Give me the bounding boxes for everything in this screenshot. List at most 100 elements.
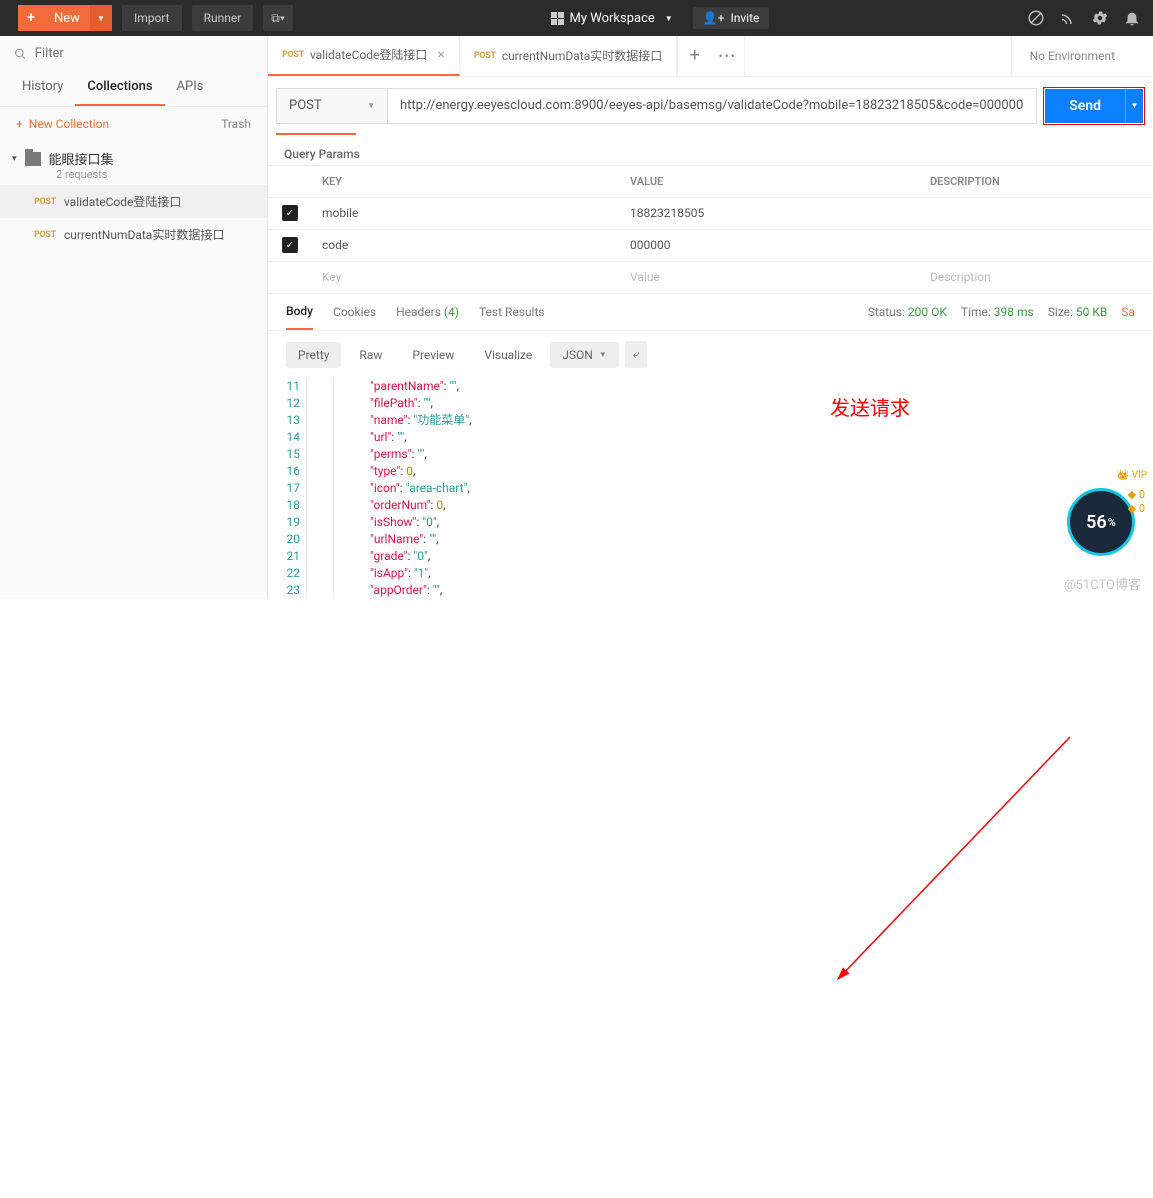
workspace-label: My Workspace — [570, 11, 655, 26]
view-visualize[interactable]: Visualize — [472, 342, 544, 368]
tab-label: validateCode登陆接口 — [310, 46, 427, 63]
environment-select[interactable]: No Environment — [1011, 36, 1153, 76]
method-badge: POST — [34, 230, 56, 240]
cell-key-ph[interactable]: Key — [312, 270, 620, 284]
chevron-down-icon: ▼ — [367, 101, 375, 110]
workspace-dropdown[interactable]: My Workspace ▼ — [551, 11, 673, 26]
import-button[interactable]: Import — [122, 5, 182, 31]
status: Status: 200 OK — [868, 305, 947, 319]
invite-button[interactable]: 👤+ Invite — [693, 7, 770, 29]
cell-key[interactable]: mobile — [312, 206, 620, 220]
time: Time: 398 ms — [961, 305, 1034, 319]
tab-label: currentNumData实时数据接口 — [502, 47, 662, 64]
line-gutter: 11121314151617181920212223 — [276, 378, 306, 599]
table-row[interactable]: ✓ code 000000 — [268, 230, 1153, 262]
main-area: History Collections APIs + New Collectio… — [0, 36, 1153, 599]
chevron-down-icon[interactable]: ▾ — [12, 154, 17, 164]
app-topbar: + New ▼ Import Runner ⧉▾ My Workspace ▼ … — [0, 0, 1153, 36]
new-window-button[interactable]: ⧉▾ — [263, 5, 293, 31]
response-body[interactable]: 11121314151617181920212223 "parentName":… — [268, 378, 1153, 599]
view-pretty[interactable]: Pretty — [286, 342, 341, 368]
runner-button[interactable]: Runner — [192, 5, 254, 31]
response-view-bar: Pretty Raw Preview Visualize JSON▼ ⤶ — [268, 331, 1153, 378]
cell-value[interactable]: 000000 — [620, 238, 920, 252]
new-collection-button[interactable]: + New Collection — [16, 117, 109, 131]
badge-side-indicators: ◆ 0◆ 0 — [1128, 488, 1145, 516]
url-bar: POST ▼ http://energy.eeyescloud.com:8900… — [268, 77, 1153, 135]
folder-icon — [25, 152, 41, 166]
filter-input[interactable] — [35, 46, 253, 61]
col-value: VALUE — [620, 175, 920, 188]
checkbox-checked-icon[interactable]: ✓ — [282, 237, 298, 253]
progress-badge[interactable]: 56% — [1067, 488, 1135, 556]
resp-tab-headers[interactable]: Headers (4) — [396, 305, 459, 319]
request-item[interactable]: POST currentNumData实时数据接口 — [0, 218, 267, 251]
resp-tab-test[interactable]: Test Results — [479, 305, 545, 319]
cell-value-ph[interactable]: Value — [620, 270, 920, 284]
sync-off-icon[interactable] — [1027, 9, 1045, 27]
table-row[interactable]: ✓ mobile 18823218505 — [268, 198, 1153, 230]
send-highlight: Send ▼ — [1043, 87, 1145, 125]
person-plus-icon: 👤+ — [703, 11, 725, 25]
request-name: validateCode登陆接口 — [64, 193, 181, 210]
url-input[interactable]: http://energy.eeyescloud.com:8900/eeyes-… — [388, 88, 1037, 124]
resp-tab-cookies[interactable]: Cookies — [333, 305, 376, 319]
params-tab-indicator — [276, 133, 356, 135]
params-table: KEY VALUE DESCRIPTION ✓ mobile 188232185… — [268, 165, 1153, 294]
table-header: KEY VALUE DESCRIPTION — [268, 166, 1153, 198]
collection-item[interactable]: ▾ 能眼接口集 2 requests — [0, 141, 267, 185]
save-response-button[interactable]: Sa — [1121, 305, 1135, 319]
request-tabs: POST validateCode登陆接口 × POST currentNumD… — [268, 36, 1153, 77]
topbar-left: + New ▼ Import Runner ⧉▾ — [0, 5, 293, 31]
cell-value[interactable]: 18823218505 — [620, 206, 920, 220]
new-tab-button[interactable]: + — [677, 36, 711, 76]
chevron-down-icon[interactable]: ▼ — [90, 5, 112, 31]
col-key: KEY — [312, 175, 620, 188]
send-caret[interactable]: ▼ — [1125, 89, 1143, 123]
sidebar: History Collections APIs + New Collectio… — [0, 36, 268, 599]
wrap-icon[interactable]: ⤶ — [625, 341, 648, 368]
collection-count: 2 requests — [56, 168, 251, 181]
content-area: POST validateCode登陆接口 × POST currentNumD… — [268, 36, 1153, 599]
json-source: "parentName": "", "filePath": "", "name"… — [370, 378, 472, 599]
query-params-title: Query Params — [268, 143, 1153, 165]
vip-badge: 👑 VIP — [1117, 470, 1147, 481]
send-button[interactable]: Send — [1045, 89, 1125, 123]
response-meta: Status: 200 OK Time: 398 ms Size: 50 KB … — [868, 305, 1135, 319]
request-item[interactable]: POST validateCode登陆接口 — [0, 185, 267, 218]
invite-label: Invite — [730, 11, 759, 25]
request-tab[interactable]: POST validateCode登陆接口 × — [268, 36, 460, 76]
method-badge: POST — [282, 50, 304, 60]
new-button[interactable]: + New ▼ — [18, 5, 112, 31]
format-select[interactable]: JSON▼ — [550, 342, 618, 368]
tab-collections[interactable]: Collections — [75, 69, 164, 106]
view-raw[interactable]: Raw — [347, 342, 394, 368]
tab-apis[interactable]: APIs — [165, 69, 216, 106]
fold-gutter — [306, 378, 334, 599]
topbar-center: My Workspace ▼ 👤+ Invite — [551, 7, 770, 29]
watermark: @51CTO博客 — [1064, 574, 1141, 593]
resp-tab-body[interactable]: Body — [286, 294, 313, 330]
cell-desc-ph[interactable]: Description — [920, 270, 1153, 284]
method-label: POST — [289, 98, 322, 113]
checkbox-checked-icon[interactable]: ✓ — [282, 205, 298, 221]
settings-icon[interactable] — [1091, 9, 1109, 27]
table-row-empty[interactable]: Key Value Description — [268, 262, 1153, 294]
view-preview[interactable]: Preview — [400, 342, 466, 368]
chevron-down-icon: ▼ — [665, 14, 673, 23]
trash-link[interactable]: Trash — [221, 117, 251, 131]
bell-icon[interactable] — [1123, 9, 1141, 27]
cell-key[interactable]: code — [312, 238, 620, 252]
close-icon[interactable]: × — [437, 47, 444, 63]
tab-overflow-button[interactable]: ••• — [711, 36, 745, 76]
method-select[interactable]: POST ▼ — [276, 88, 388, 124]
request-name: currentNumData实时数据接口 — [64, 226, 224, 243]
tab-history[interactable]: History — [10, 69, 75, 106]
collection-name: 能眼接口集 — [49, 149, 114, 168]
satellite-icon[interactable] — [1059, 9, 1077, 27]
response-tabs: Body Cookies Headers (4) Test Results St… — [268, 294, 1153, 331]
method-badge: POST — [34, 197, 56, 207]
request-tab[interactable]: POST currentNumData实时数据接口 — [460, 36, 677, 76]
size: Size: 50 KB — [1048, 305, 1108, 319]
search-icon — [14, 47, 27, 61]
